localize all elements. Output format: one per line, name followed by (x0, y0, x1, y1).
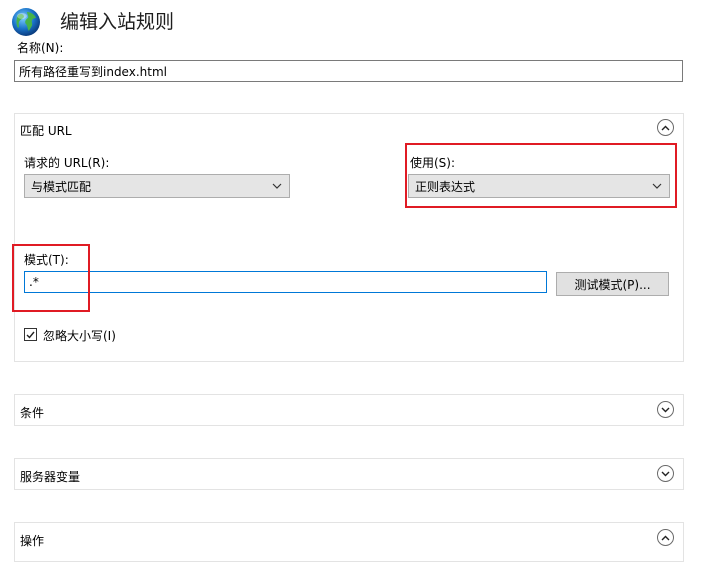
globe-icon (12, 8, 40, 36)
requested-url-label: 请求的 URL(R): (24, 156, 110, 170)
match-url-title: 匹配 URL (20, 124, 72, 138)
conditions-title: 条件 (20, 406, 45, 420)
test-pattern-button[interactable]: 测试模式(P)... (556, 272, 669, 296)
conditions-panel (14, 394, 684, 426)
server-variables-title: 服务器变量 (20, 470, 81, 484)
name-label: 名称(N): (17, 41, 64, 55)
pattern-input[interactable] (24, 271, 547, 293)
using-select[interactable]: 正则表达式 (408, 174, 670, 198)
checkmark-icon (26, 331, 35, 339)
server-variables-panel (14, 458, 684, 490)
expand-conditions-button[interactable] (657, 401, 674, 418)
collapse-actions-button[interactable] (657, 529, 674, 546)
using-label: 使用(S): (410, 156, 456, 170)
requested-url-value: 与模式匹配 (31, 179, 92, 194)
actions-panel (14, 522, 684, 562)
ignore-case-label: 忽略大小写(I) (43, 329, 116, 343)
collapse-match-url-button[interactable] (657, 119, 674, 136)
chevron-down-icon (661, 471, 670, 476)
chevron-down-icon (651, 180, 663, 192)
chevron-down-icon (661, 407, 670, 412)
expand-server-variables-button[interactable] (657, 465, 674, 482)
pattern-label: 模式(T): (24, 253, 69, 267)
page-title: 编辑入站规则 (60, 11, 175, 33)
using-value: 正则表达式 (415, 179, 476, 194)
chevron-up-icon (661, 125, 670, 130)
chevron-down-icon (271, 180, 283, 192)
chevron-up-icon (661, 535, 670, 540)
actions-title: 操作 (20, 534, 45, 548)
requested-url-select[interactable]: 与模式匹配 (24, 174, 290, 198)
name-input[interactable] (14, 60, 683, 82)
ignore-case-checkbox[interactable] (24, 328, 37, 341)
match-url-panel (14, 113, 684, 362)
